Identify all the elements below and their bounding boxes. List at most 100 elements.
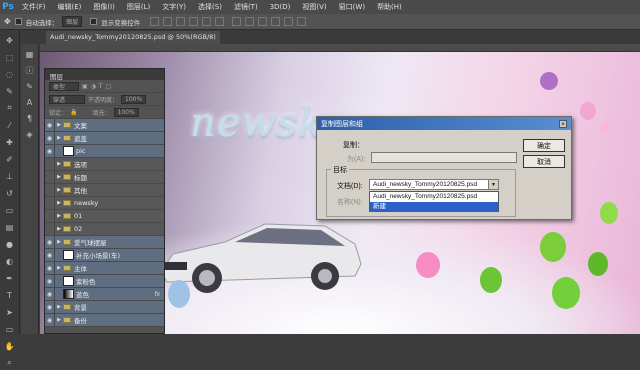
document-select[interactable]: Audi_newsky_Tommy20120825.psd ▼ xyxy=(369,179,499,190)
visibility-eye-icon[interactable]: ◉ xyxy=(45,300,55,314)
history-panel-icon[interactable]: ▦ xyxy=(24,48,36,60)
lasso-icon[interactable]: ◌ xyxy=(3,67,17,81)
layer-row[interactable]: ▶ 01 xyxy=(45,209,164,223)
menu-view[interactable]: 视图(V) xyxy=(296,2,332,12)
zoom-icon[interactable]: ⌕ xyxy=(3,356,17,370)
healing-icon[interactable]: ✚ xyxy=(3,135,17,149)
expand-arrow-icon[interactable]: ▶ xyxy=(55,161,63,167)
menu-help[interactable]: 帮助(H) xyxy=(371,2,408,12)
visibility-eye-icon[interactable] xyxy=(45,170,55,184)
visibility-eye-icon[interactable]: ◉ xyxy=(45,235,55,249)
layer-row[interactable]: ◉ ▶ 遮盖 xyxy=(45,131,164,145)
fx-icon[interactable]: fx xyxy=(154,291,160,298)
menu-filter[interactable]: 滤镜(T) xyxy=(228,2,264,12)
kind-filter-dropdown[interactable]: 类型 xyxy=(49,81,79,91)
layers-panel-icon[interactable]: ◈ xyxy=(24,128,36,140)
visibility-eye-icon[interactable]: ◉ xyxy=(45,313,55,327)
document-tab[interactable]: Audi_newsky_Tommy20120825.psd @ 50%(RGB/… xyxy=(46,31,220,44)
dropdown-option-new[interactable]: 新建 xyxy=(370,202,498,212)
visibility-eye-icon[interactable]: ◉ xyxy=(45,131,55,145)
layer-row[interactable]: ▶ newsky xyxy=(45,196,164,210)
quick-select-icon[interactable]: ✎ xyxy=(3,84,17,98)
expand-arrow-icon[interactable]: ▶ xyxy=(55,304,63,310)
path-select-icon[interactable]: ➤ xyxy=(3,305,17,319)
close-icon[interactable]: × xyxy=(559,119,567,128)
move-icon[interactable]: ✥ xyxy=(3,33,17,47)
visibility-eye-icon[interactable] xyxy=(45,183,55,197)
type-icon[interactable]: T xyxy=(3,288,17,302)
menu-edit[interactable]: 编辑(E) xyxy=(52,2,88,12)
align-left-icon[interactable] xyxy=(189,17,199,26)
eraser-icon[interactable]: ▭ xyxy=(3,203,17,217)
fill-field[interactable]: 100% xyxy=(113,107,139,117)
layer-row[interactable]: ◉ 紫粉色 xyxy=(45,274,164,288)
menu-3d[interactable]: 3D(D) xyxy=(264,3,297,11)
layer-row[interactable]: ◉ ▶ 备份 xyxy=(45,313,164,327)
gradient-icon[interactable]: ▤ xyxy=(3,220,17,234)
auto-select-checkbox[interactable] xyxy=(14,18,22,25)
align-top-icon[interactable] xyxy=(150,17,160,26)
layer-row[interactable]: ▶ 其他 xyxy=(45,183,164,197)
distribute-center-icon[interactable] xyxy=(284,17,294,26)
visibility-eye-icon[interactable]: ◉ xyxy=(45,118,55,132)
expand-arrow-icon[interactable]: ▶ xyxy=(55,265,63,271)
layer-row[interactable]: ▶ 标题 xyxy=(45,170,164,184)
chevron-down-icon[interactable]: ▼ xyxy=(488,180,498,189)
character-panel-icon[interactable]: A xyxy=(24,96,36,108)
distribute-middle-icon[interactable] xyxy=(245,17,255,26)
layer-row[interactable]: ▶ 选项 xyxy=(45,157,164,171)
filter-text-icon[interactable]: T xyxy=(99,83,103,90)
layer-row[interactable]: ◉ 蓝色 fx xyxy=(45,287,164,301)
menu-file[interactable]: 文件(F) xyxy=(16,2,52,12)
layer-row[interactable]: ◉ 补充小场景(车) xyxy=(45,248,164,262)
dropdown-option[interactable]: Audi_newsky_Tommy20120825.psd xyxy=(370,192,498,202)
filter-adjust-icon[interactable]: ◑ xyxy=(91,83,96,90)
expand-arrow-icon[interactable]: ▶ xyxy=(55,213,63,219)
layer-row[interactable]: ◉ ▶ 文案 xyxy=(45,118,164,132)
menu-image[interactable]: 图像(I) xyxy=(87,2,121,12)
pen-icon[interactable]: ✒ xyxy=(3,271,17,285)
filter-image-icon[interactable]: ▣ xyxy=(82,83,88,90)
info-panel-icon[interactable]: ⓘ xyxy=(24,64,36,76)
align-bottom-icon[interactable] xyxy=(176,17,186,26)
visibility-eye-icon[interactable]: ◉ xyxy=(45,144,55,158)
blend-mode-dropdown[interactable]: 穿透 xyxy=(49,94,85,104)
opacity-field[interactable]: 100% xyxy=(121,94,147,104)
expand-arrow-icon[interactable]: ▶ xyxy=(55,122,63,128)
visibility-eye-icon[interactable] xyxy=(45,209,55,223)
cancel-button[interactable]: 取消 xyxy=(523,155,565,168)
blur-icon[interactable]: ● xyxy=(3,237,17,251)
visibility-eye-icon[interactable]: ◉ xyxy=(45,287,55,301)
menu-window[interactable]: 窗口(W) xyxy=(333,2,371,12)
paragraph-panel-icon[interactable]: ¶ xyxy=(24,112,36,124)
align-center-icon[interactable] xyxy=(202,17,212,26)
dodge-icon[interactable]: ◐ xyxy=(3,254,17,268)
distribute-bottom-icon[interactable] xyxy=(258,17,268,26)
visibility-eye-icon[interactable] xyxy=(45,222,55,236)
visibility-eye-icon[interactable]: ◉ xyxy=(45,274,55,288)
move-tool-icon[interactable]: ✥ xyxy=(4,17,11,26)
visibility-eye-icon[interactable]: ◉ xyxy=(45,248,55,262)
visibility-eye-icon[interactable] xyxy=(45,196,55,210)
eyedropper-icon[interactable]: ⁄ xyxy=(3,118,17,132)
layer-row[interactable]: ▶ 02 xyxy=(45,222,164,236)
brush-icon[interactable]: ✐ xyxy=(3,152,17,166)
layer-row[interactable]: ◉ ▶ 爱气球摆屋 xyxy=(45,235,164,249)
expand-arrow-icon[interactable]: ▶ xyxy=(55,135,63,141)
menu-layer[interactable]: 图层(L) xyxy=(121,2,156,12)
expand-arrow-icon[interactable]: ▶ xyxy=(55,174,63,180)
marquee-icon[interactable]: ⬚ xyxy=(3,50,17,64)
lock-icon[interactable]: 🔒 xyxy=(70,109,77,116)
menu-type[interactable]: 文字(Y) xyxy=(156,2,192,12)
filter-shape-icon[interactable]: ▢ xyxy=(106,83,112,90)
layer-row[interactable]: ◉ ▶ 背景 xyxy=(45,300,164,314)
history-brush-icon[interactable]: ↺ xyxy=(3,186,17,200)
align-middle-icon[interactable] xyxy=(163,17,173,26)
auto-select-dropdown[interactable]: 图层 xyxy=(62,16,83,27)
menu-select[interactable]: 选择(S) xyxy=(192,2,228,12)
expand-arrow-icon[interactable]: ▶ xyxy=(55,200,63,206)
expand-arrow-icon[interactable]: ▶ xyxy=(55,226,63,232)
stamp-icon[interactable]: ⊥ xyxy=(3,169,17,183)
layer-row[interactable]: ◉ ▶ 主体 xyxy=(45,261,164,275)
align-right-icon[interactable] xyxy=(215,17,225,26)
